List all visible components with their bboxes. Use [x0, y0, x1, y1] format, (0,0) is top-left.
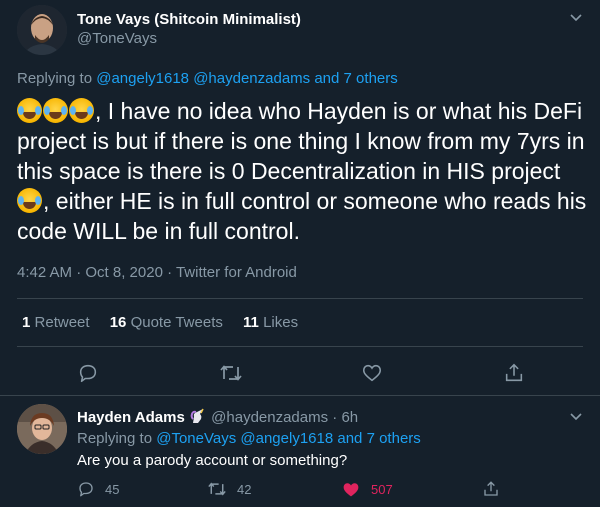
- others-link[interactable]: 7 others: [344, 70, 398, 87]
- avatar[interactable]: [17, 404, 67, 454]
- likes-stat[interactable]: 11 Likes: [243, 314, 298, 331]
- tweet-text: , I have no idea who Hayden is or what h…: [17, 96, 587, 246]
- quotes-stat[interactable]: 16 Quote Tweets: [110, 314, 223, 331]
- mention-link[interactable]: @haydenzadams: [193, 70, 310, 87]
- reply-actions: 45 42 507: [0, 478, 600, 500]
- laughing-tears-emoji: [43, 98, 68, 123]
- retweets-label: Retweet: [34, 314, 90, 331]
- mention-link[interactable]: @ToneVays: [156, 430, 236, 447]
- divider: [17, 298, 583, 299]
- reply-count: 45: [105, 481, 120, 497]
- replying-prefix: Replying to: [17, 70, 97, 87]
- replying-to: Replying to @angely1618 @haydenzadams an…: [17, 70, 398, 87]
- replying-prefix: Replying to: [77, 430, 157, 447]
- retweet-count: 42: [237, 481, 252, 497]
- reply-button[interactable]: 45: [77, 478, 119, 500]
- divider: [17, 346, 583, 347]
- reply-icon: [79, 482, 93, 497]
- quotes-label: Quote Tweets: [130, 314, 223, 331]
- caret-down-icon[interactable]: [567, 9, 585, 27]
- reply-text: Are you a parody account or something?: [77, 452, 348, 469]
- tweet-timestamp[interactable]: 4:42 AM · Oct 8, 2020 · Twitter for Andr…: [17, 264, 297, 281]
- reply-icon[interactable]: [73, 358, 103, 388]
- retweets-stat[interactable]: 1 Retweet: [22, 314, 90, 331]
- laughing-tears-emoji: [17, 98, 42, 123]
- likes-count: 11: [243, 314, 259, 331]
- quotes-count: 16: [109, 314, 127, 331]
- mention-link[interactable]: @angely1618: [240, 430, 333, 447]
- retweet-button[interactable]: 42: [207, 478, 251, 500]
- author-block: Tone Vays (Shitcoin Minimalist) @ToneVay…: [77, 10, 301, 48]
- reply-tweet[interactable]: Hayden Adams @haydenzadams · 6h Replying…: [0, 396, 600, 507]
- heart-icon: [343, 483, 359, 497]
- tweet-actions: [0, 358, 600, 388]
- heart-icon[interactable]: [357, 358, 387, 388]
- retweet-icon[interactable]: [216, 358, 246, 388]
- likes-label: Likes: [263, 314, 299, 331]
- tweet-text-part: , either HE is in full control or someon…: [17, 188, 587, 244]
- share-icon[interactable]: [499, 358, 529, 388]
- retweet-icon: [208, 482, 226, 496]
- replying-to: Replying to @ToneVays @angely1618 and 7 …: [77, 430, 421, 447]
- share-button[interactable]: [482, 478, 510, 500]
- retweets-count: 1: [22, 314, 31, 331]
- display-name[interactable]: Tone Vays (Shitcoin Minimalist): [77, 10, 301, 29]
- share-icon: [484, 481, 498, 496]
- main-tweet: Tone Vays (Shitcoin Minimalist) @ToneVay…: [0, 0, 600, 395]
- user-handle[interactable]: @haydenzadams: [211, 409, 328, 426]
- and-label: and: [333, 430, 367, 447]
- user-handle[interactable]: @ToneVays: [77, 29, 301, 48]
- others-link[interactable]: 7 others: [367, 430, 421, 447]
- tweet-text-part: , I have no idea who Hayden is or what h…: [17, 98, 585, 184]
- mention-link[interactable]: @angely1618: [96, 70, 189, 87]
- display-name[interactable]: Hayden Adams: [77, 409, 185, 426]
- like-button[interactable]: 507: [341, 478, 393, 500]
- laughing-tears-emoji: [69, 98, 94, 123]
- laughing-tears-emoji: [17, 188, 42, 213]
- reply-header: Hayden Adams @haydenzadams · 6h: [77, 408, 358, 426]
- and-label: and: [310, 70, 344, 87]
- caret-down-icon[interactable]: [567, 408, 585, 426]
- avatar[interactable]: [17, 5, 67, 55]
- relative-time[interactable]: · 6h: [328, 409, 358, 426]
- like-count: 507: [371, 481, 393, 497]
- unicorn-emoji: [189, 408, 207, 426]
- tweet-stats: 1 Retweet 16 Quote Tweets 11 Likes: [22, 314, 314, 331]
